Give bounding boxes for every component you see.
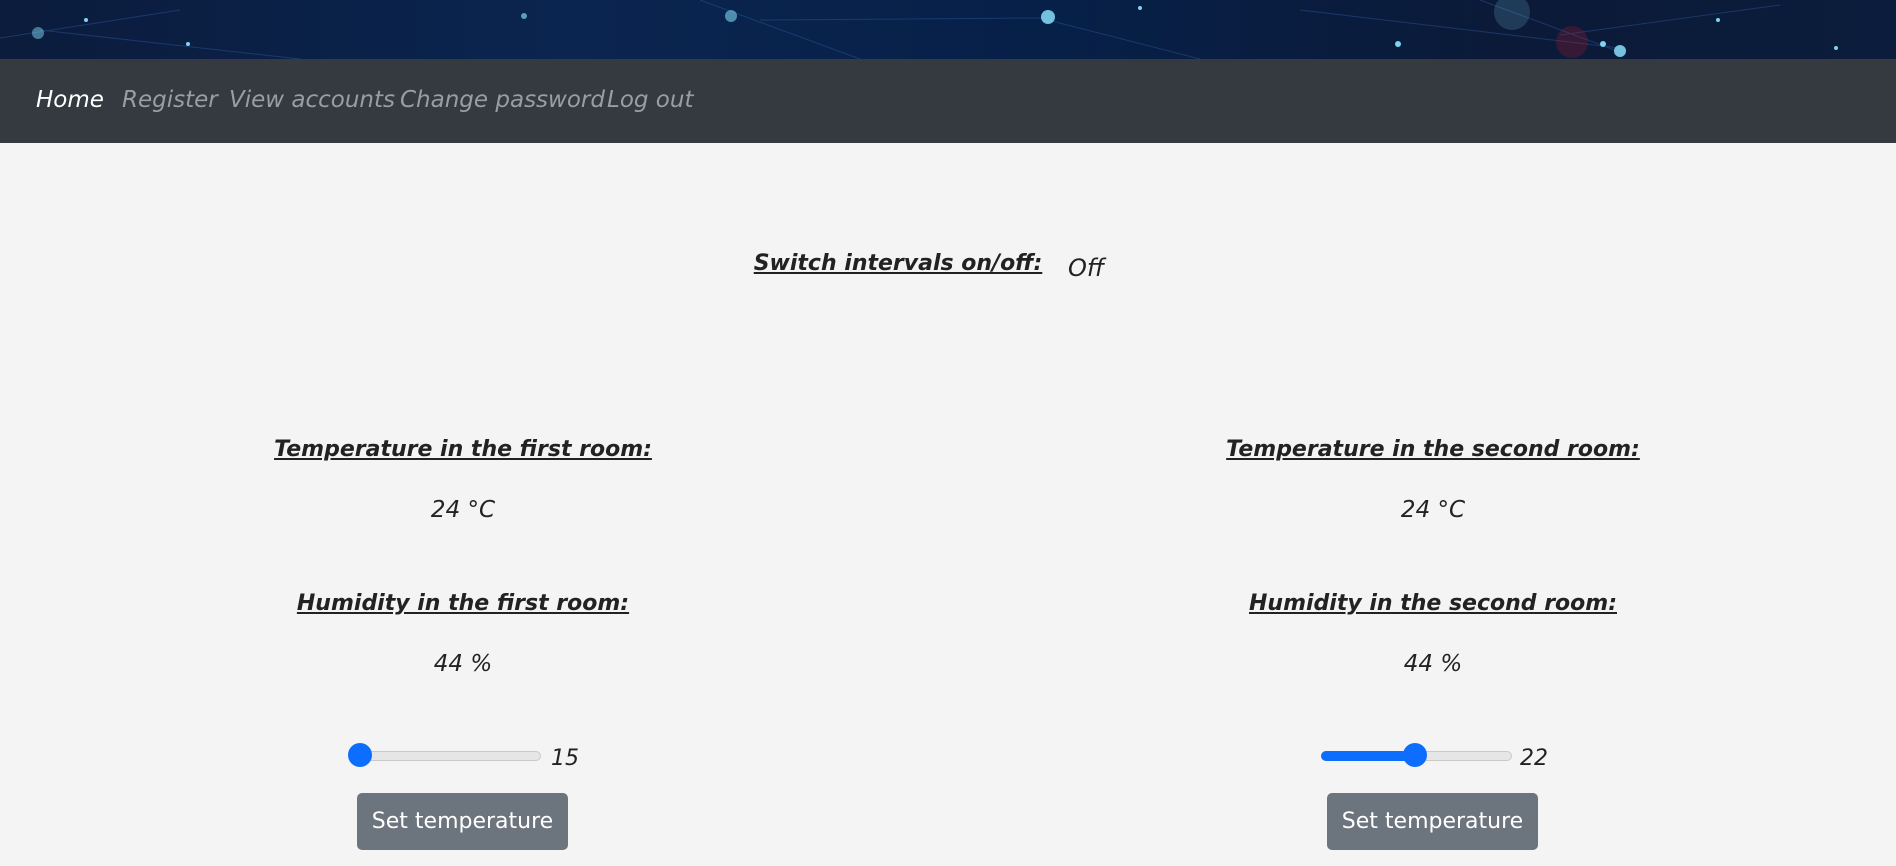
room2-slider-value: 22 xyxy=(1520,746,1548,771)
room1-temperature-slider[interactable] xyxy=(348,743,541,767)
slider-fill xyxy=(1321,751,1415,761)
nav-view-accounts-link[interactable]: View accounts xyxy=(229,89,395,112)
switch-intervals-toggle[interactable]: Off xyxy=(1068,256,1104,280)
room1-temperature-value: 24 °C xyxy=(430,497,496,523)
room1-temperature-label: Temperature in the first room: xyxy=(274,437,652,462)
room2-temperature-label: Temperature in the second room: xyxy=(1226,437,1640,462)
room1-humidity-label: Humidity in the first room: xyxy=(296,591,630,616)
nav-log-out-link[interactable]: Log out xyxy=(607,89,693,112)
room1-humidity-value: 44 % xyxy=(433,651,493,677)
header-banner xyxy=(0,0,1896,59)
slider-thumb[interactable] xyxy=(348,743,372,767)
network-background-graphic xyxy=(0,0,1838,59)
room1-slider-value: 15 xyxy=(551,746,579,771)
slider-track xyxy=(350,751,541,761)
room2-humidity-label: Humidity in the second room: xyxy=(1248,591,1618,616)
room2-set-temperature-button[interactable]: Set temperature xyxy=(1327,793,1538,850)
room1-set-temperature-button[interactable]: Set temperature xyxy=(357,793,568,850)
switch-intervals-label: Switch intervals on/off: xyxy=(753,251,1043,276)
nav-change-password-link[interactable]: Change password xyxy=(400,89,605,112)
slider-thumb[interactable] xyxy=(1403,743,1427,767)
nav-register-link[interactable]: Register xyxy=(122,89,218,112)
room2-temperature-value: 24 °C xyxy=(1400,497,1466,523)
main-navbar: Home Register View accounts Change passw… xyxy=(0,59,1896,143)
room2-temperature-slider[interactable] xyxy=(1321,743,1512,767)
room2-humidity-value: 44 % xyxy=(1403,651,1463,677)
nav-home-link[interactable]: Home xyxy=(36,89,104,112)
